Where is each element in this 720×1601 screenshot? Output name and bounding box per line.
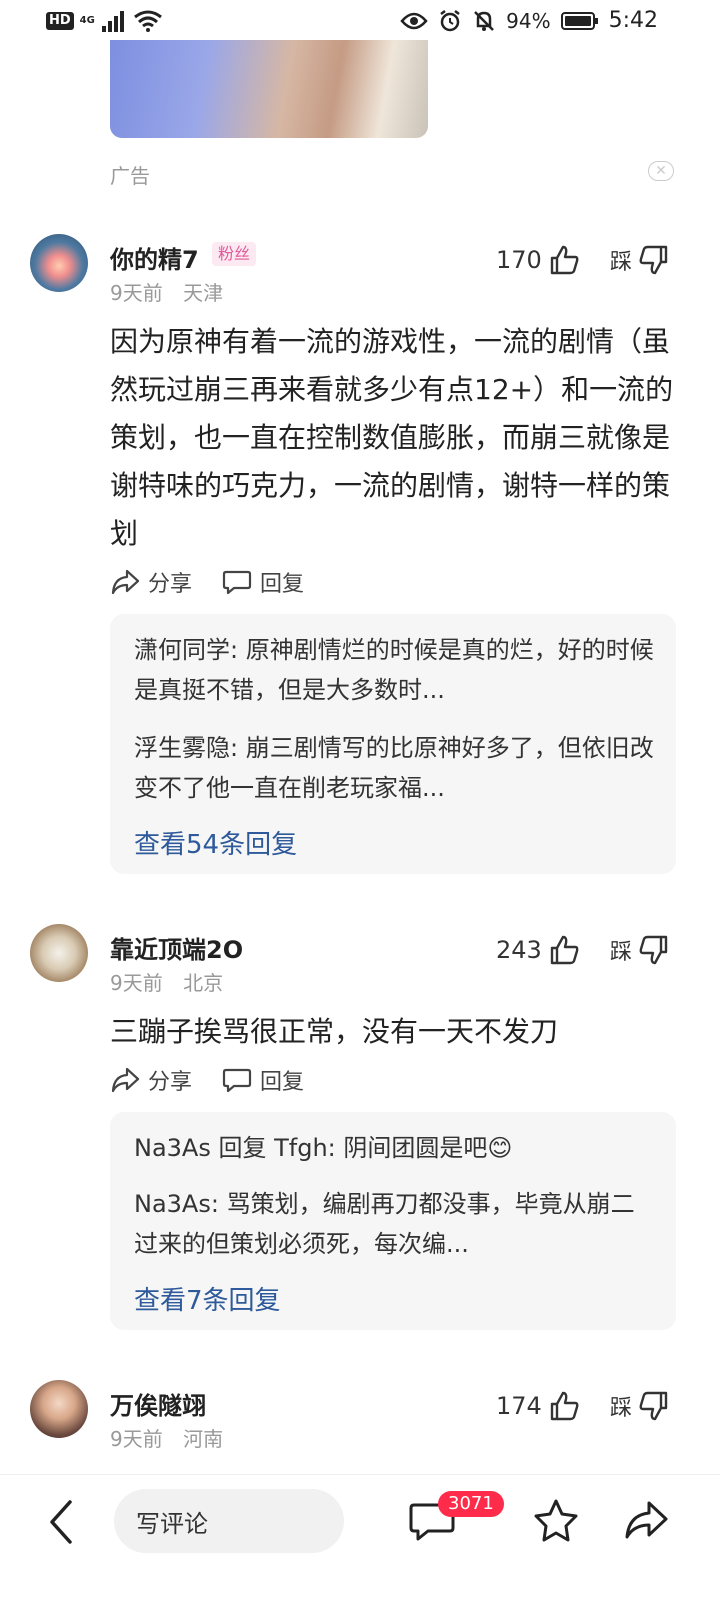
thumbs-up-icon <box>550 1391 579 1421</box>
comment-count-badge: 3071 <box>438 1491 504 1517</box>
like-button[interactable]: 170 <box>496 244 580 276</box>
dislike-button[interactable]: 踩 <box>610 244 670 276</box>
back-arrow-icon[interactable] <box>42 1497 82 1547</box>
comment-location: 天津 <box>183 281 224 305</box>
ad-image[interactable] <box>110 40 428 138</box>
write-comment-placeholder: 写评论 <box>136 1509 208 1538</box>
comment-text: 三蹦子挨骂很正常，没有一天不发刀 <box>110 1015 559 1048</box>
comment-time: 9天前 <box>110 971 163 995</box>
share-label: 分享 <box>148 1070 193 1095</box>
network-type: 4G <box>79 15 95 26</box>
ad-label: 广告 <box>110 164 150 188</box>
avatar[interactable] <box>30 1380 88 1438</box>
thumbs-up-icon <box>550 245 579 275</box>
dislike-button[interactable]: 踩 <box>610 934 670 966</box>
comment-username[interactable]: 万俟隧翊 <box>110 1386 206 1421</box>
reply-label: 回复 <box>260 1070 305 1095</box>
hd-indicator: HD <box>46 12 74 30</box>
reply-preview-box[interactable]: Na3As 回复 Tfgh: 阴间团圆是吧😊 Na3As: 骂策划，编剧再刀都没… <box>110 1112 676 1330</box>
comment-text: 因为原神有着一流的游戏性，一流的剧情（虽然玩过崩三再来看就多少有点12+）和一流… <box>110 325 674 550</box>
comment-meta: 9天前 北京 <box>110 967 223 996</box>
thumbs-down-icon <box>639 1391 668 1421</box>
share-button[interactable]: 分享 <box>110 566 192 598</box>
clock: 5:42 <box>608 8 658 33</box>
write-comment-input[interactable]: 写评论 <box>114 1489 344 1553</box>
thumbs-down-icon <box>639 935 668 965</box>
dislike-label: 踩 <box>610 940 633 965</box>
comment-meta: 9天前 天津 <box>110 277 223 306</box>
reply-preview[interactable]: Na3As 回复 Tfgh: 阴间团圆是吧😊 <box>134 1128 654 1168</box>
comment-location: 北京 <box>183 971 224 995</box>
dislike-button[interactable]: 踩 <box>610 1390 670 1422</box>
share-label: 分享 <box>148 572 193 597</box>
status-right: 94% 5:42 <box>400 8 658 33</box>
reply-label: 回复 <box>260 572 305 597</box>
share-button[interactable]: 分享 <box>110 1064 192 1096</box>
thumbs-down-icon <box>639 245 668 275</box>
signal-icon <box>101 11 124 32</box>
comment-username[interactable]: 靠近顶端2O <box>110 930 243 965</box>
share-icon <box>111 1067 140 1093</box>
comment-meta: 9天前 河南 <box>110 1423 223 1452</box>
like-count: 174 <box>496 1392 542 1420</box>
view-replies-link[interactable]: 查看7条回复 <box>134 1280 281 1317</box>
wifi-icon <box>133 10 162 32</box>
alarm-icon <box>440 9 460 31</box>
like-count: 243 <box>496 936 542 964</box>
eye-icon <box>400 12 428 29</box>
dislike-label: 踩 <box>610 250 633 275</box>
battery-percent: 94% <box>506 8 551 33</box>
avatar[interactable] <box>30 234 88 292</box>
comment-time: 9天前 <box>110 281 163 305</box>
share-icon[interactable] <box>620 1495 672 1547</box>
thumbs-up-icon <box>550 935 579 965</box>
reply-bubble-icon <box>222 570 252 595</box>
like-count: 170 <box>496 246 542 274</box>
reply-preview[interactable]: Na3As: 骂策划，编剧再刀都没事，毕竟从崩二过来的但策划必须死，每次编... <box>134 1184 654 1264</box>
comment-username[interactable]: 你的精7 <box>110 240 199 275</box>
battery-icon <box>560 11 598 30</box>
reply-bubble-icon <box>222 1068 252 1093</box>
reply-button[interactable]: 回复 <box>222 1064 304 1096</box>
avatar[interactable] <box>30 924 88 982</box>
view-replies-link[interactable]: 查看54条回复 <box>134 824 297 861</box>
ad-close-icon[interactable]: ✕ <box>648 161 674 181</box>
reply-preview[interactable]: 潇何同学: 原神剧情烂的时候是真的烂，好的时候是真挺不错，但是大多数时... <box>134 630 654 710</box>
comment-actions: 分享 回复 <box>110 566 304 598</box>
reply-preview-box[interactable]: 潇何同学: 原神剧情烂的时候是真的烂，好的时候是真挺不错，但是大多数时... 浮… <box>110 614 676 874</box>
star-icon[interactable] <box>530 1495 582 1547</box>
reply-button[interactable]: 回复 <box>222 566 304 598</box>
comment-actions: 分享 回复 <box>110 1064 304 1096</box>
like-button[interactable]: 174 <box>496 1390 580 1422</box>
share-icon <box>111 569 140 595</box>
reply-preview[interactable]: 浮生雾隐: 崩三剧情写的比原神好多了，但依旧改变不了他一直在削老玩家福... <box>134 728 654 808</box>
status-left: HD 4G <box>46 10 163 32</box>
dislike-label: 踩 <box>610 1396 633 1421</box>
mute-bell-icon <box>474 10 495 31</box>
fan-badge: 粉丝 <box>212 242 257 266</box>
bottom-bar: 写评论 3071 <box>0 1474 720 1601</box>
comment-location: 河南 <box>183 1427 224 1451</box>
comment-time: 9天前 <box>110 1427 163 1451</box>
like-button[interactable]: 243 <box>496 934 580 966</box>
